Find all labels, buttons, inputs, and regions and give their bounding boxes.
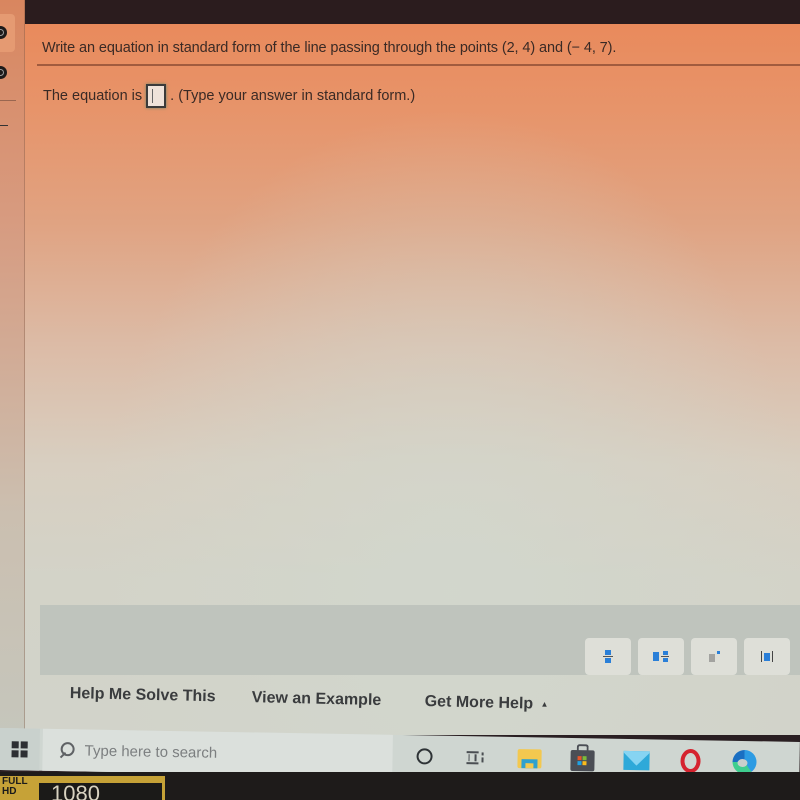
- cortana-circle-icon: [416, 748, 433, 765]
- sidebar-dash: [0, 125, 8, 126]
- mixed-number-button[interactable]: [638, 638, 684, 675]
- task-view-button[interactable]: [461, 744, 487, 770]
- edge-icon: [732, 749, 757, 775]
- sidebar-divider: [0, 100, 16, 101]
- mail-button[interactable]: [623, 747, 650, 773]
- caret-up-icon: ▲: [540, 699, 549, 710]
- taskbar-search-input[interactable]: Type here to search: [42, 728, 393, 777]
- question-divider: [37, 64, 800, 66]
- store-bag-icon: [570, 744, 595, 772]
- mixed-number-icon: [653, 651, 669, 662]
- cortana-button[interactable]: [411, 743, 437, 769]
- search-placeholder: Type here to search: [84, 741, 218, 762]
- windows-logo-icon: [11, 741, 28, 758]
- circle-icon: [0, 26, 7, 39]
- help-me-solve-link[interactable]: Help Me Solve This: [70, 685, 216, 706]
- answer-input[interactable]: [146, 84, 167, 108]
- answer-hint: . (Type your answer in standard form.): [170, 88, 416, 104]
- math-toolbar: [40, 605, 800, 675]
- circle-icon: [0, 66, 7, 79]
- opera-button[interactable]: [677, 748, 703, 774]
- sticker-label: FULL HD: [2, 776, 28, 797]
- view-example-link[interactable]: View an Example: [252, 689, 382, 710]
- file-explorer-button[interactable]: [516, 745, 542, 771]
- start-button[interactable]: [0, 728, 40, 771]
- exponent-icon: [708, 651, 720, 662]
- question-prompt: Write an equation in standard form of th…: [42, 40, 617, 56]
- sidebar-nav-button-1[interactable]: [0, 22, 14, 44]
- monitor-top-bezel: [0, 0, 800, 24]
- answer-prefix: The equation is: [43, 88, 143, 104]
- search-icon: [58, 742, 74, 758]
- left-sidebar: [0, 0, 25, 735]
- task-view-icon: [465, 750, 484, 764]
- get-more-help-link[interactable]: Get More Help ▲: [425, 693, 549, 714]
- folder-icon: [517, 748, 542, 768]
- microsoft-store-button[interactable]: [569, 744, 595, 772]
- sidebar-nav-button-2[interactable]: [0, 62, 14, 84]
- exponent-button[interactable]: [691, 638, 737, 675]
- full-hd-sticker: FULL HD 1080: [0, 776, 165, 800]
- answer-row: The equation is . (Type your answer in s…: [43, 84, 415, 108]
- sticker-text: 1080: [38, 782, 163, 800]
- fraction-icon: [603, 650, 613, 663]
- get-more-help-label: Get More Help: [424, 693, 534, 713]
- opera-icon: [680, 748, 701, 774]
- absolute-value-icon: [761, 651, 773, 662]
- absolute-value-button[interactable]: [744, 638, 790, 675]
- fraction-button[interactable]: [585, 638, 631, 675]
- mail-envelope-icon: [623, 750, 650, 770]
